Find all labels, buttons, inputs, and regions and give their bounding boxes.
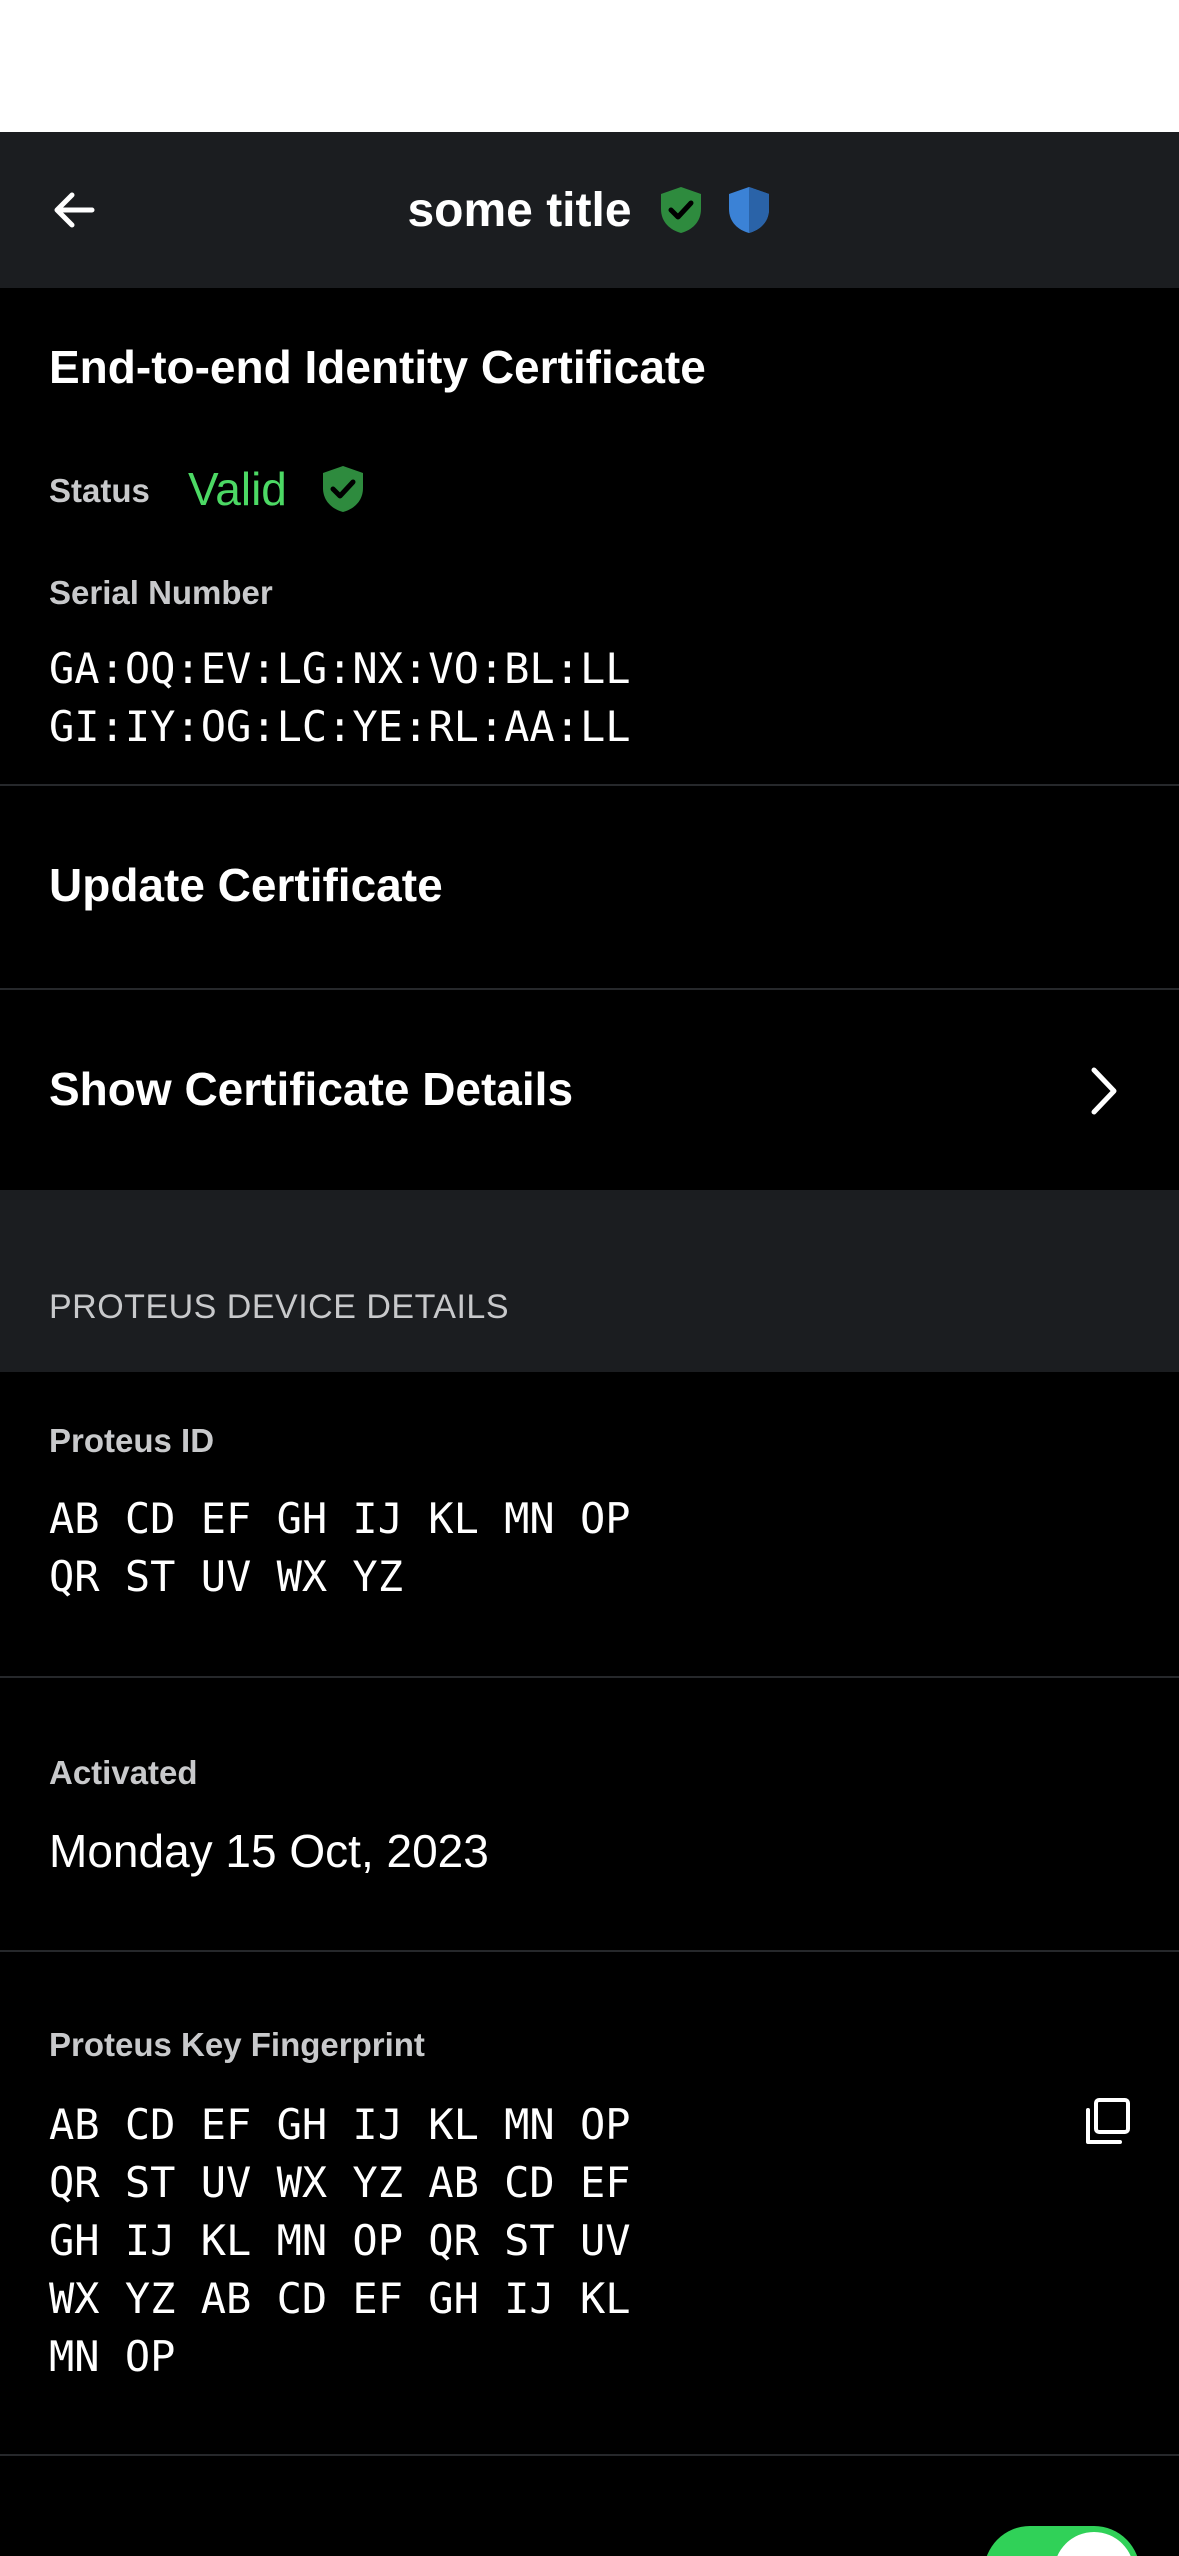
divider xyxy=(0,2454,1179,2456)
status-value: Valid xyxy=(188,463,287,515)
fingerprint-label: Proteus Key Fingerprint xyxy=(49,2026,425,2063)
page-title: some title xyxy=(407,183,632,237)
copy-icon xyxy=(1086,2098,1130,2144)
proteus-section-header-text: PROTEUS DEVICE DETAILS xyxy=(49,1288,510,1326)
blue-shield-icon xyxy=(728,187,769,233)
update-certificate-label: Update Certificate xyxy=(49,859,443,911)
green-shield-check-icon xyxy=(660,187,701,233)
toggle-knob xyxy=(1054,2532,1134,2556)
divider xyxy=(0,1676,1179,1678)
divider xyxy=(0,1950,1179,1952)
chevron-right-icon xyxy=(1091,1067,1117,1115)
fingerprint-value: AB CD EF GH IJ KL MN OP QR ST UV WX YZ A… xyxy=(49,2100,631,2381)
status-bar-area xyxy=(0,0,1179,132)
activated-label: Activated xyxy=(49,1754,198,1791)
verified-toggle[interactable] xyxy=(984,2526,1140,2556)
proteus-id-value: AB CD EF GH IJ KL MN OP QR ST UV WX YZ xyxy=(49,1494,631,1601)
navigation-bar: some title xyxy=(0,132,1179,288)
valid-shield-check-icon xyxy=(323,466,363,512)
serial-number-label: Serial Number xyxy=(49,574,273,611)
nav-title-group: some title xyxy=(0,132,1179,288)
proteus-section-header: PROTEUS DEVICE DETAILS xyxy=(0,1190,1179,1372)
back-button[interactable] xyxy=(34,170,114,250)
proteus-id-label: Proteus ID xyxy=(49,1422,215,1459)
certificate-heading: End-to-end Identity Certificate xyxy=(49,341,706,393)
copy-fingerprint-button[interactable] xyxy=(1070,2086,1142,2158)
show-certificate-details-label: Show Certificate Details xyxy=(49,1063,574,1115)
serial-number-value: GA:OQ:EV:LG:NX:VO:BL:LL GI:IY:OG:LC:YE:R… xyxy=(49,644,631,751)
update-certificate-row[interactable]: Update Certificate xyxy=(0,786,1179,988)
status-label: Status xyxy=(49,472,150,509)
arrow-left-icon xyxy=(54,192,95,228)
device-details-screen: some title End-to-end Identity Certifica… xyxy=(0,0,1179,2556)
show-certificate-details-row[interactable]: Show Certificate Details xyxy=(0,990,1179,1190)
activated-value: Monday 15 Oct, 2023 xyxy=(49,1825,489,1877)
